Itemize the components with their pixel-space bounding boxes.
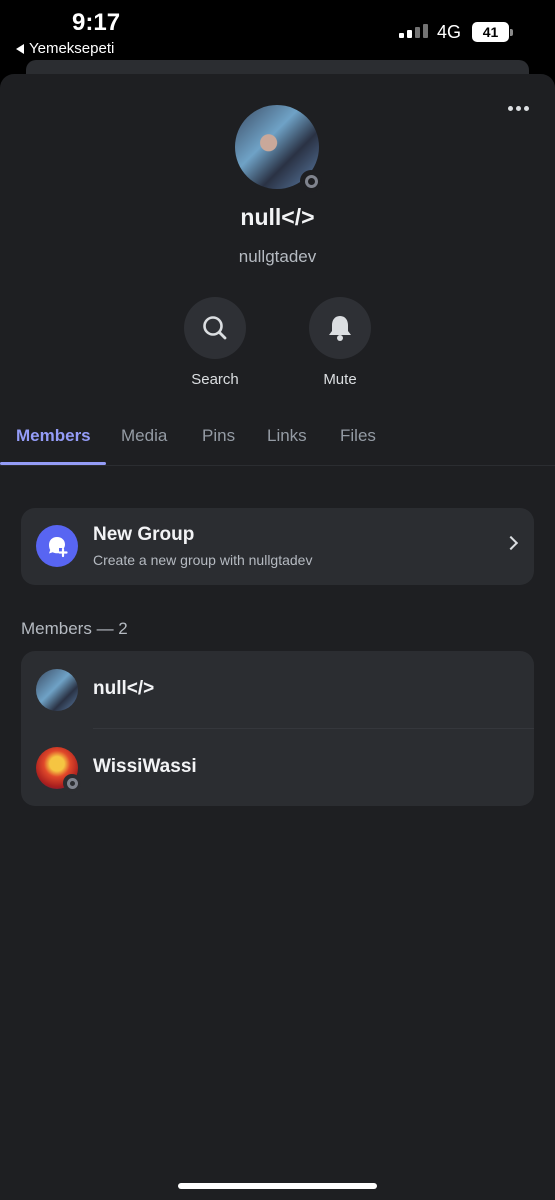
mute-button-circle[interactable] (309, 297, 371, 359)
battery-level: 41 (482, 24, 499, 40)
search-icon (203, 316, 227, 340)
active-tab-indicator (0, 462, 106, 465)
battery-icon: 41 (472, 22, 513, 42)
members-section-title: Members — 2 (21, 619, 128, 638)
tab-media[interactable]: Media (121, 426, 167, 446)
new-group-title: New Group (93, 524, 195, 545)
chevron-right-icon (503, 535, 519, 551)
tab-links[interactable]: Links (267, 426, 307, 446)
search-button-circle[interactable] (184, 297, 246, 359)
list-item[interactable]: WissiWassi (21, 729, 534, 807)
network-type: 4G (437, 22, 462, 42)
cellular-signal-icon (399, 24, 428, 38)
member-name: WissiWassi (93, 756, 197, 777)
tab-members[interactable]: Members (16, 426, 91, 446)
search-button[interactable]: Search (184, 297, 248, 388)
home-indicator[interactable] (178, 1183, 377, 1189)
new-group-subtitle: Create a new group with nullgtadev (93, 552, 313, 568)
status-bar: 9:17 Yemeksepeti 4G 41 (0, 0, 555, 62)
status-time: 9:17 (72, 9, 121, 36)
back-arrow-icon (16, 43, 24, 54)
mute-button-label: Mute (323, 371, 357, 388)
profile-tabs: Members Media Pins Links Files (0, 424, 555, 466)
tab-pins[interactable]: Pins (202, 426, 235, 446)
profile-sheet: null</> nullgtadev Search Mute Members M… (0, 74, 555, 1200)
back-to-app-link[interactable]: Yemeksepeti (16, 40, 114, 57)
back-app-label: Yemeksepeti (29, 40, 115, 57)
new-group-icon (36, 525, 78, 567)
member-name: null</> (93, 678, 155, 699)
tab-files[interactable]: Files (340, 426, 376, 446)
list-item[interactable]: null</> (21, 651, 534, 729)
avatar (36, 669, 78, 711)
profile-display-name: null</> (240, 204, 315, 230)
offline-status-icon (300, 170, 322, 192)
search-button-label: Search (191, 371, 239, 388)
mute-button[interactable]: Mute (309, 297, 373, 388)
members-list: null</> WissiWassi (21, 651, 534, 806)
profile-username: nullgtadev (238, 247, 317, 266)
bell-icon (329, 316, 351, 341)
more-options-icon[interactable] (508, 106, 529, 111)
offline-status-icon (63, 774, 81, 792)
new-group-button[interactable]: New Group Create a new group with nullgt… (21, 508, 534, 585)
